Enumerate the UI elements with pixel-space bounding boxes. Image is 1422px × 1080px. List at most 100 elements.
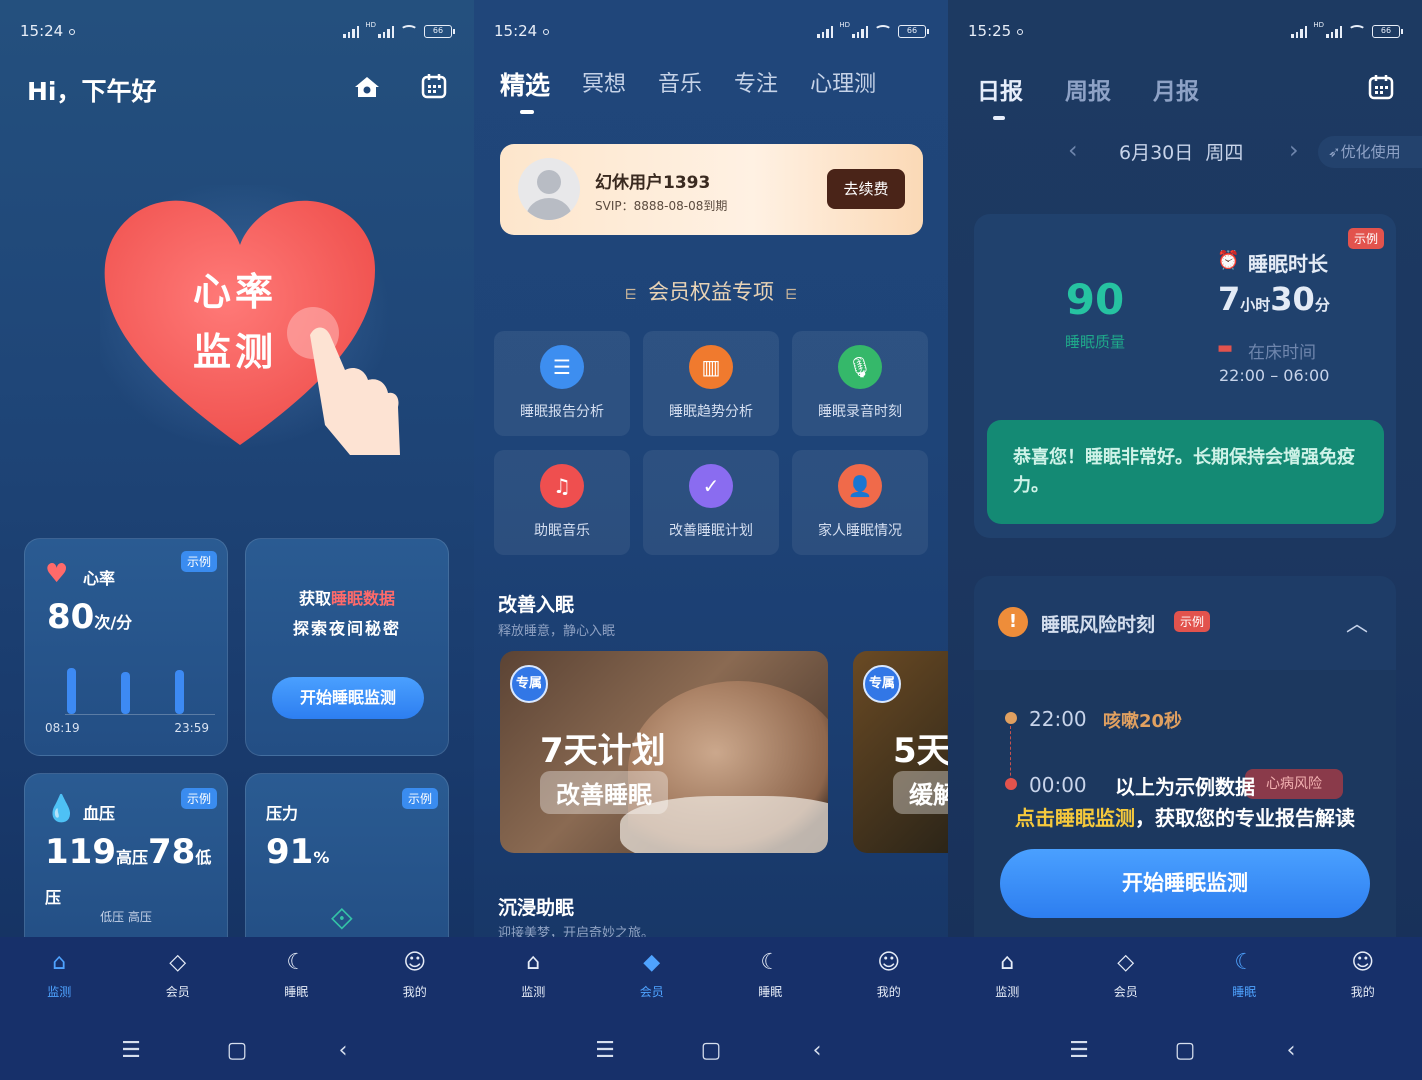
in-bed-range: 22:00 – 06:00: [1219, 366, 1330, 385]
stress-icon: ⟐: [330, 902, 354, 937]
stress-card[interactable]: 压力 示例 91% ⟐: [245, 773, 449, 963]
diamond-icon: ◇: [169, 950, 187, 975]
hr-bar: [121, 672, 130, 714]
hr-value: 80次/分: [47, 597, 133, 637]
alarm-icon: ⏰: [1217, 250, 1240, 271]
menu-icon[interactable]: ☰: [1066, 1038, 1092, 1063]
home-square-icon[interactable]: ▢: [698, 1038, 724, 1063]
benefit-sleep-music[interactable]: ♫ 助眠音乐: [494, 450, 630, 555]
rocket-icon: ➶: [1328, 143, 1341, 161]
tab-daily[interactable]: 日报: [977, 72, 1023, 120]
optimize-button[interactable]: ➶优化使用: [1318, 136, 1422, 168]
menu-icon[interactable]: ☰: [592, 1038, 618, 1063]
hr-time-end: 23:59: [174, 721, 209, 735]
next-day-icon[interactable]: ›: [1289, 136, 1299, 164]
signal-icon: [343, 25, 360, 38]
stress-label: 压力: [266, 804, 299, 823]
tab-sleep[interactable]: ☾ 睡眠: [251, 949, 341, 1000]
bottom-tab-bar: ⌂ 监测 ◇ 会员 ☾ 睡眠 ☺ 我的: [948, 937, 1422, 1017]
home-square-icon[interactable]: ▢: [1172, 1038, 1198, 1063]
benefit-sleep-recording[interactable]: 🎙 睡眠录音时刻: [792, 331, 928, 436]
tab-monitor[interactable]: ⌂ 监测: [14, 949, 104, 1000]
trend-chart-icon: ▥: [689, 345, 733, 389]
collapse-chevron-icon[interactable]: ︿: [1346, 606, 1368, 638]
vip-expire: SVIP：8888-08-08到期: [595, 199, 728, 213]
prev-day-icon[interactable]: ‹: [1068, 136, 1078, 164]
tab-profile[interactable]: ☺ 我的: [844, 949, 934, 1000]
battery-icon: 66: [898, 24, 929, 38]
promo-subtitle: 缓解: [893, 771, 948, 814]
sleep-promo-card: 获取睡眠数据 探索夜间秘密 开始睡眠监测: [245, 538, 449, 756]
timeline-dot: [1005, 712, 1017, 724]
start-sleep-monitor-button[interactable]: 开始睡眠监测: [1000, 849, 1370, 918]
benefit-sleep-report[interactable]: ☰ 睡眠报告分析: [494, 331, 630, 436]
menu-icon[interactable]: ☰: [118, 1038, 144, 1063]
sleep-duration-label: 睡眠时长: [1248, 252, 1328, 276]
back-icon[interactable]: ‹: [804, 1038, 830, 1063]
sleep-score-value: 90: [1065, 275, 1125, 324]
tab-weekly[interactable]: 周报: [1065, 72, 1111, 106]
bp-legend: 低压 高压: [100, 910, 152, 924]
promo-title: 7天计划: [540, 731, 666, 771]
tab-profile[interactable]: ☺ 我的: [1318, 949, 1408, 1000]
music-note-icon: ♫: [540, 464, 584, 508]
home-square-icon[interactable]: ▢: [224, 1038, 250, 1063]
tab-sleep[interactable]: ☾ 睡眠: [1199, 949, 1289, 1000]
hero-title: 心率 监测: [193, 270, 278, 374]
promo-subtitle: 改善睡眠: [540, 771, 668, 814]
immerse-section-subtitle: 迎接美梦，开启奇妙之旅。: [498, 926, 655, 937]
tab-member[interactable]: ◇ 会员: [1081, 949, 1171, 1000]
improve-section-title: 改善入眠: [498, 594, 575, 616]
microphone-icon: 🎙: [838, 345, 882, 389]
benefit-sleep-plan[interactable]: ✓ 改善睡眠计划: [643, 450, 779, 555]
signal-icon: [1326, 25, 1342, 38]
promo-card-5day[interactable]: 专属 5天 缓解: [853, 651, 948, 853]
signal-icon: [852, 25, 868, 38]
bottom-tab-bar: ⌂ 监测 ◇ 会员 ☾ 睡眠 ☺ 我的: [0, 937, 474, 1017]
renew-button[interactable]: 去续费: [827, 169, 905, 209]
exclusive-tag: 专属: [863, 665, 901, 703]
tab-psychology[interactable]: 心理测: [810, 66, 876, 102]
hr-time-start: 08:19: [45, 721, 80, 735]
tab-monthly[interactable]: 月报: [1153, 72, 1199, 106]
calendar-icon[interactable]: [1368, 73, 1394, 105]
moon-icon: ☾: [1234, 950, 1255, 975]
tab-featured[interactable]: 精选: [500, 66, 550, 114]
status-time: 15:24: [20, 22, 64, 40]
tab-meditation[interactable]: 冥想: [582, 66, 626, 102]
immerse-section-title: 沉浸助眠: [498, 897, 575, 919]
hr-bar: [175, 670, 184, 714]
benefit-family-sleep[interactable]: 👤 家人睡眠情况: [792, 450, 928, 555]
report-tabs: 日报 周报 月报: [977, 72, 1199, 120]
heart-rate-card[interactable]: ♥ 心率 示例 80次/分 08:19 23:59: [24, 538, 228, 756]
back-icon[interactable]: ‹: [330, 1038, 356, 1063]
sleep-risk-title: 睡眠风险时刻: [1041, 614, 1156, 636]
benefits-title: ⋿ 会员权益专项 ⋿: [624, 280, 798, 304]
back-icon[interactable]: ‹: [1278, 1038, 1304, 1063]
home-icon[interactable]: [352, 72, 382, 102]
tab-focus[interactable]: 专注: [734, 66, 778, 102]
benefit-sleep-trend[interactable]: ▥ 睡眠趋势分析: [643, 331, 779, 436]
sleep-monitor-hint: 点击睡眠监测，获取您的专业报告解读: [1015, 806, 1355, 830]
tab-monitor[interactable]: ⌂ 监测: [962, 949, 1052, 1000]
moon-icon: ☾: [760, 950, 781, 975]
blood-drop-icon: 💧: [45, 794, 78, 824]
tab-member[interactable]: ◇ 会员: [133, 949, 223, 1000]
promo-title: 5天: [893, 731, 948, 771]
monitor-tab-icon: ⌂: [526, 950, 541, 975]
wifi-icon: [1348, 25, 1366, 37]
blood-pressure-card[interactable]: 💧 血压 示例 119高压78低压 低压 高压: [24, 773, 228, 963]
promo-card-7day[interactable]: 专属 7天计划 改善睡眠: [500, 651, 828, 853]
tab-profile[interactable]: ☺ 我的: [370, 949, 460, 1000]
start-sleep-monitor-button[interactable]: 开始睡眠监测: [272, 677, 424, 719]
calendar-icon[interactable]: [419, 72, 449, 102]
vip-card[interactable]: 幻休用户1393 SVIP：8888-08-08到期 去续费: [500, 144, 923, 235]
tab-monitor[interactable]: ⌂ 监测: [488, 949, 578, 1000]
battery-icon: 66: [1372, 24, 1403, 38]
tab-music[interactable]: 音乐: [658, 66, 702, 102]
tab-member[interactable]: ◆ 会员: [607, 949, 697, 1000]
bottom-tab-bar: ⌂ 监测 ◆ 会员 ☾ 睡眠 ☺ 我的: [474, 937, 948, 1017]
sleep-promo-line1: 获取睡眠数据: [298, 589, 396, 608]
tab-sleep[interactable]: ☾ 睡眠: [725, 949, 815, 1000]
diamond-icon: ◇: [1117, 950, 1135, 975]
